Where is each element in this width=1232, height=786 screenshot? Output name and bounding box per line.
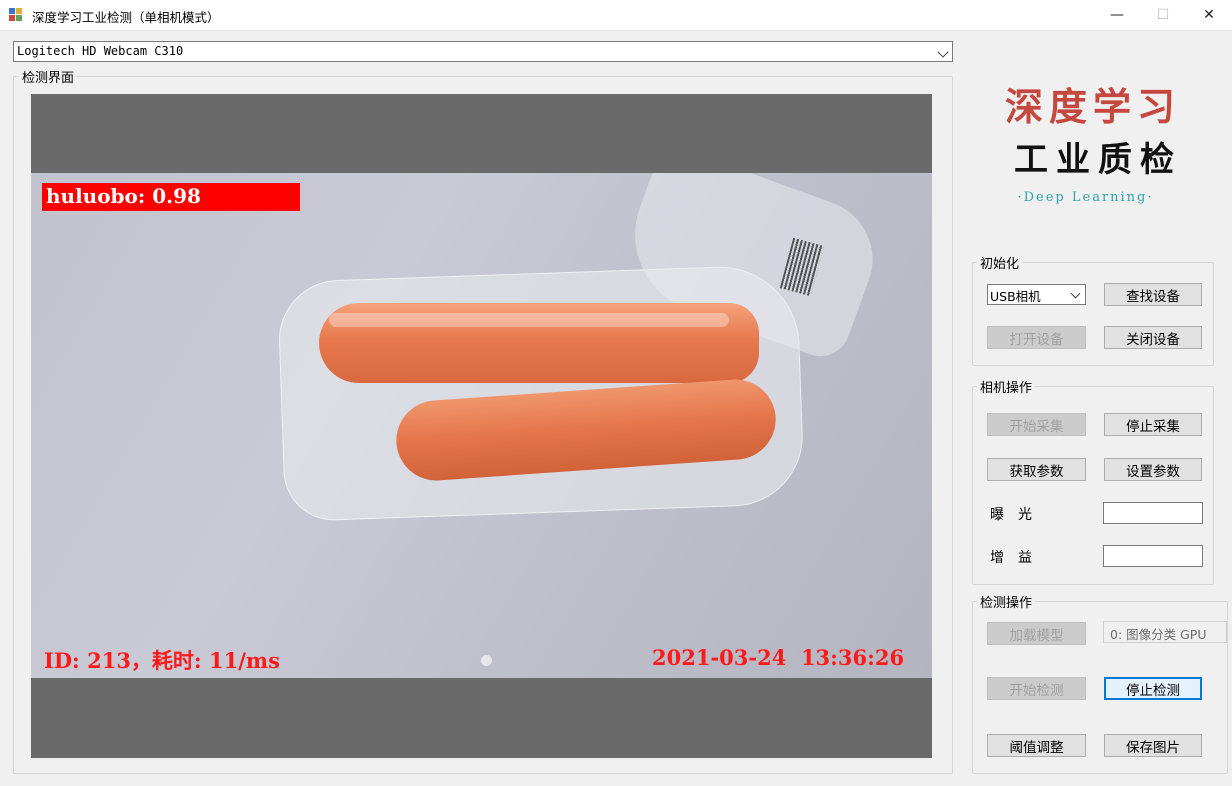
video-display: huluobo: 0.98 ID: 213，耗时: 11/ms 2021-03-… [31,94,932,758]
close-button[interactable]: ✕ [1186,0,1232,30]
window-title: 深度学习工业检测（单相机模式） [32,10,220,25]
stop-detect-button[interactable]: 停止检测 [1104,677,1202,700]
gain-input[interactable] [1103,545,1203,567]
title-bar: 深度学习工业检测（单相机模式） — ☐ ✕ [0,0,1232,31]
camera-frame: huluobo: 0.98 ID: 213，耗时: 11/ms 2021-03-… [31,173,932,678]
init-group [972,262,1214,366]
frame-id-timing: ID: 213，耗时: 11/ms [44,648,280,673]
chevron-down-icon [937,46,949,58]
exposure-label: 曝 光 [990,507,1032,523]
find-device-button[interactable]: 查找设备 [1104,283,1202,306]
frame-timestamp: 2021-03-24 13:36:26 [652,645,905,670]
close-device-button[interactable]: 关闭设备 [1104,326,1202,349]
detect-group-label: 检测操作 [977,592,1036,611]
gain-label: 增 益 [990,550,1032,566]
save-image-button[interactable]: 保存图片 [1104,734,1202,757]
bag-glare [329,313,729,327]
stop-capture-button[interactable]: 停止采集 [1104,413,1202,436]
exposure-input[interactable] [1103,502,1203,524]
open-device-button[interactable]: 打开设备 [987,326,1086,349]
small-spot [481,655,492,666]
chevron-down-icon [1070,288,1081,299]
get-params-button[interactable]: 获取参数 [987,458,1086,481]
minimize-button[interactable]: — [1094,0,1140,30]
detection-panel-label: 检测界面 [19,67,78,86]
set-params-button[interactable]: 设置参数 [1104,458,1202,481]
threshold-button[interactable]: 阈值调整 [987,734,1086,757]
init-group-label: 初始化 [977,253,1023,272]
camera-type-value: USB相机 [990,289,1041,304]
camera-type-select[interactable]: USB相机 [987,284,1086,305]
load-model-button[interactable]: 加载模型 [987,622,1086,645]
model-info-field: 0: 图像分类 GPU [1103,621,1227,643]
logo-title: 深度学习 [1004,84,1181,129]
detection-label: huluobo: 0.98 [42,183,300,211]
start-capture-button[interactable]: 开始采集 [987,413,1086,436]
start-detect-button[interactable]: 开始检测 [987,677,1086,700]
logo-tagline: ·Deep Learning· [1017,190,1154,205]
device-select[interactable]: Logitech HD Webcam C310 [13,41,953,62]
maximize-button[interactable]: ☐ [1140,0,1186,30]
camera-group-label: 相机操作 [977,377,1036,396]
device-select-value: Logitech HD Webcam C310 [17,44,184,58]
app-icon [9,8,23,22]
logo-subtitle: 工业质检 [1014,140,1182,180]
